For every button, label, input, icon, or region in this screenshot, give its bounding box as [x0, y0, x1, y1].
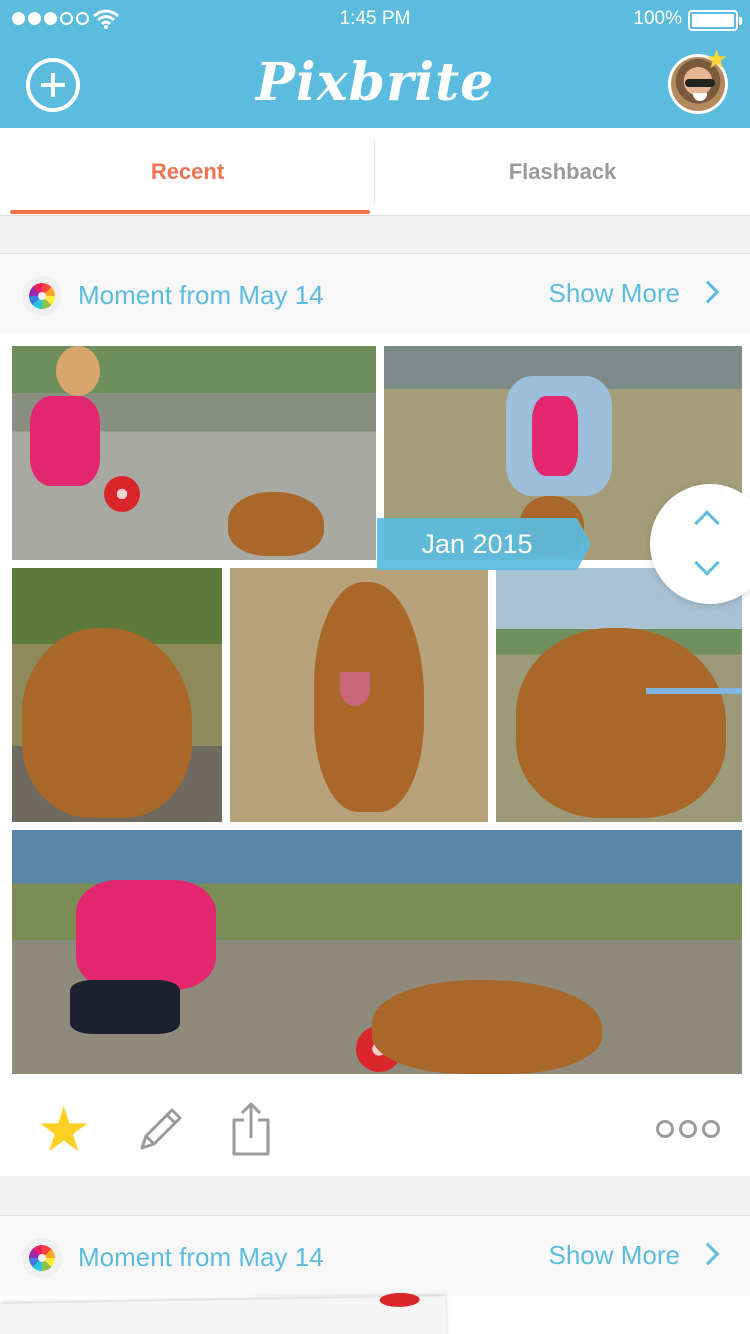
next-moment-preview: [0, 1296, 750, 1334]
more-options-icon[interactable]: [656, 1120, 720, 1138]
moment-title: Moment from May 14: [78, 1242, 324, 1272]
moment-card: Moment from May 14 Show More Jan 2015 ★: [0, 253, 750, 1176]
photo[interactable]: [12, 568, 222, 822]
moment-header: Moment from May 14 Show More: [0, 254, 750, 334]
active-tab-indicator: [10, 210, 370, 214]
date-label: Jan 2015: [377, 518, 591, 570]
battery-icon: [688, 10, 742, 31]
chevron-right-icon[interactable]: [696, 280, 720, 304]
moment-title: Moment from May 14: [78, 280, 324, 310]
chevron-up-icon[interactable]: [694, 510, 720, 536]
photo[interactable]: [12, 830, 742, 1074]
chevron-right-icon[interactable]: [696, 1242, 720, 1266]
share-icon[interactable]: [228, 1100, 274, 1158]
tab-flashback[interactable]: Flashback: [375, 128, 750, 216]
photos-app-icon: [22, 276, 62, 316]
battery-percent: 100%: [633, 8, 682, 29]
photo[interactable]: [12, 346, 376, 560]
photo[interactable]: [496, 568, 742, 822]
status-bar: 1:45 PM 100%: [0, 0, 750, 40]
moment-header: Moment from May 14 Show More: [0, 1216, 750, 1296]
tab-bar: Recent Flashback: [0, 128, 750, 216]
photo[interactable]: [230, 568, 488, 822]
chevron-down-icon[interactable]: [694, 550, 720, 576]
show-more-link[interactable]: Show More: [549, 278, 681, 309]
action-bar: ★: [0, 1082, 750, 1176]
edit-pencil-icon[interactable]: [134, 1102, 188, 1156]
photos-app-icon: [22, 1238, 62, 1278]
favorite-star-icon[interactable]: ★: [36, 1100, 92, 1162]
app-logo: Pixbrite: [255, 52, 495, 113]
show-more-link[interactable]: Show More: [549, 1240, 681, 1271]
app-header: 1:45 PM 100% Pixbrite ★: [0, 0, 750, 128]
tab-recent[interactable]: Recent: [0, 128, 375, 216]
star-badge-icon: ★: [705, 44, 729, 74]
